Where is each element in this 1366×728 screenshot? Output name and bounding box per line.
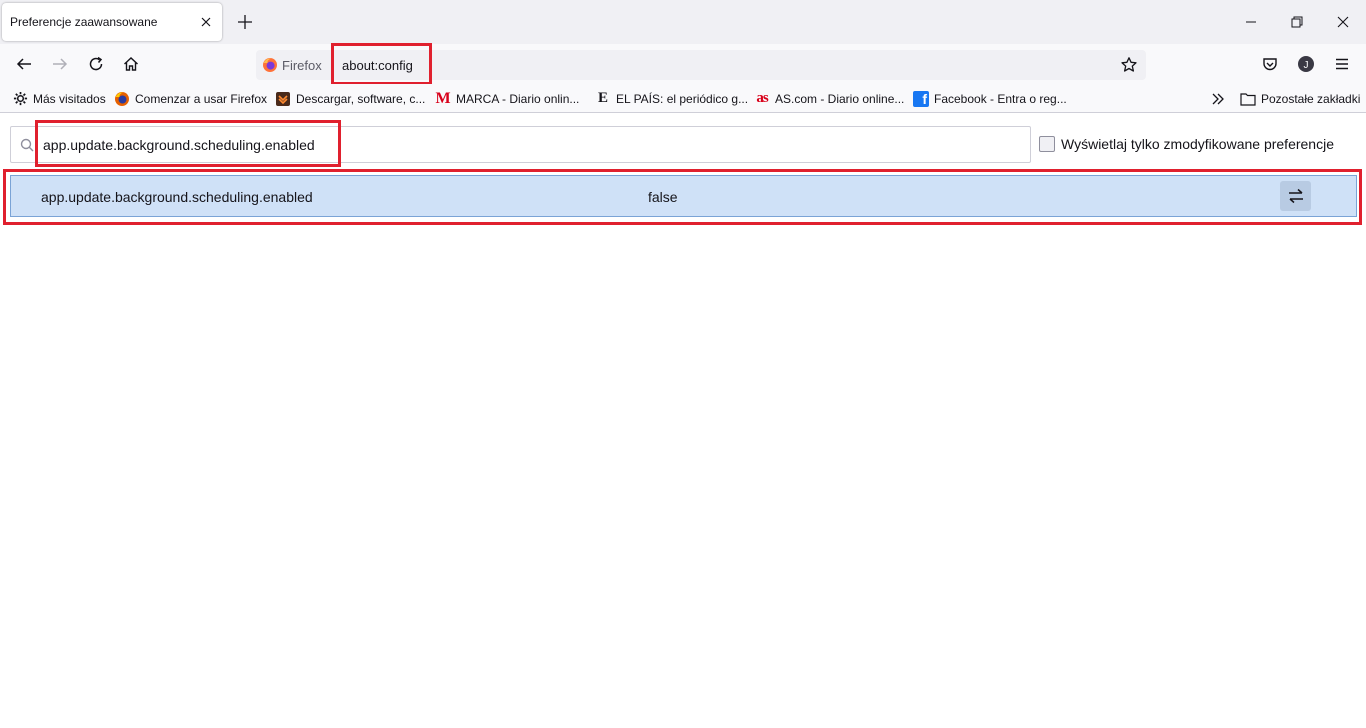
bookmark-label: Más visitados: [33, 91, 106, 106]
gear-icon: [12, 91, 28, 107]
account-icon[interactable]: J: [1297, 55, 1315, 73]
other-bookmarks-label: Pozostałe zakładki: [1261, 91, 1361, 106]
bookmarks-bar: Más visitados Comenzar a usar Firefox De…: [0, 84, 1366, 113]
show-modified-checkbox[interactable]: [1039, 136, 1055, 152]
tab-title: Preferencje zaawansowane: [10, 15, 158, 29]
preference-search-field[interactable]: app.update.background.scheduling.enabled: [10, 126, 1031, 163]
bookmark-label: Facebook - Entra o reg...: [934, 91, 1067, 106]
preference-name: app.update.background.scheduling.enabled: [41, 189, 313, 205]
bookmark-marca[interactable]: M MARCA - Diario onlin...: [435, 90, 579, 107]
bookmark-label: AS.com - Diario online...: [775, 91, 905, 106]
url-bar[interactable]: Firefox about:config: [256, 50, 1146, 80]
bookmark-comenzar-firefox[interactable]: Comenzar a usar Firefox: [114, 90, 267, 107]
identity-box[interactable]: Firefox: [262, 50, 322, 80]
facebook-icon: f: [913, 90, 929, 107]
firefox-icon: [114, 91, 130, 107]
restore-icon[interactable]: [1288, 13, 1306, 31]
reload-icon[interactable]: [87, 55, 105, 73]
bookmark-label: Descargar, software, c...: [296, 91, 426, 106]
chevron-more-icon[interactable]: [1210, 91, 1226, 107]
search-input[interactable]: app.update.background.scheduling.enabled: [43, 137, 315, 153]
close-tab-icon[interactable]: [198, 14, 214, 30]
marca-icon: M: [435, 89, 451, 107]
show-modified-label: Wyświetlaj tylko zmodyfikowane preferenc…: [1061, 136, 1334, 152]
forward-icon[interactable]: [51, 55, 69, 73]
url-text[interactable]: about:config: [342, 58, 413, 73]
account-initial: J: [1304, 60, 1309, 71]
bookmark-facebook[interactable]: f Facebook - Entra o reg...: [913, 90, 1067, 107]
pocket-icon[interactable]: [1261, 55, 1279, 73]
toggle-arrows-icon: [1288, 188, 1303, 204]
bookmark-other-folder[interactable]: Pozostałe zakładki: [1240, 90, 1360, 107]
folder-icon: [1240, 91, 1256, 107]
close-window-icon[interactable]: [1334, 13, 1352, 31]
toggle-button[interactable]: [1280, 181, 1311, 211]
home-icon[interactable]: [122, 55, 140, 73]
tab-preferences[interactable]: Preferencje zaawansowane: [2, 3, 222, 41]
bookmark-el-pais[interactable]: E EL PAÍS: el periódico g...: [595, 90, 748, 107]
preference-value: false: [648, 189, 678, 205]
bookmark-label: Comenzar a usar Firefox: [135, 91, 268, 106]
minimize-icon[interactable]: [1242, 13, 1260, 31]
bookmark-mas-visitados[interactable]: Más visitados: [12, 90, 106, 107]
menu-icon[interactable]: [1333, 55, 1351, 73]
bookmark-label: EL PAÍS: el periódico g...: [616, 91, 749, 106]
bookmark-star-icon[interactable]: [1120, 56, 1138, 74]
identity-label: Firefox: [282, 57, 322, 73]
back-icon[interactable]: [15, 55, 33, 73]
bookmark-as[interactable]: as AS.com - Diario online...: [754, 90, 904, 107]
firefox-icon: [263, 58, 277, 72]
elpais-icon: E: [597, 90, 608, 106]
preference-row[interactable]: app.update.background.scheduling.enabled…: [10, 175, 1357, 217]
softonic-icon: [275, 91, 291, 107]
new-tab-icon[interactable]: [236, 13, 254, 31]
tab-strip: Preferencje zaawansowane: [0, 0, 1366, 44]
bookmark-descargar-software[interactable]: Descargar, software, c...: [275, 90, 425, 107]
navigation-bar: Firefox about:config J: [0, 44, 1366, 84]
search-icon: [20, 138, 34, 152]
bookmark-label: MARCA - Diario onlin...: [456, 91, 580, 106]
as-icon: as: [756, 90, 768, 106]
